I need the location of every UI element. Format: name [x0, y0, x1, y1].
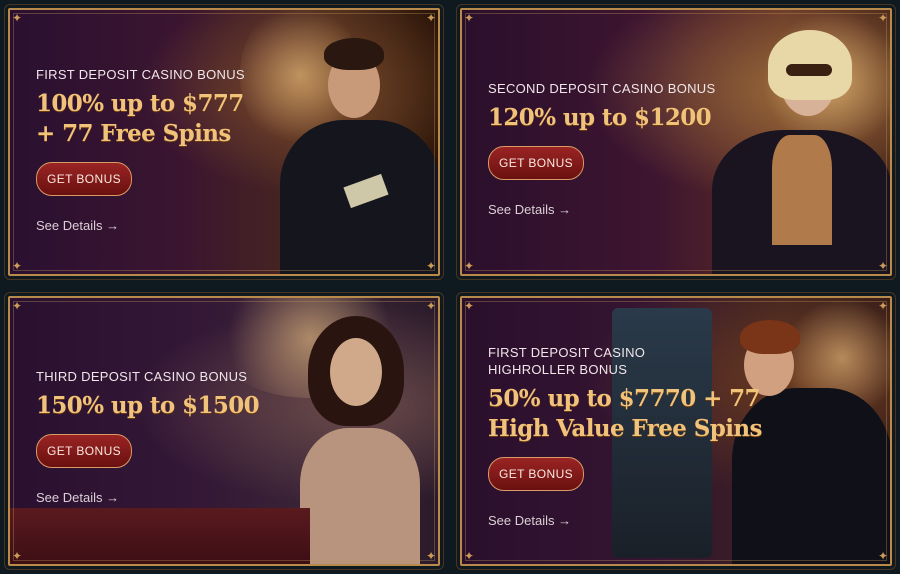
get-bonus-button[interactable]: GET BONUS [36, 162, 133, 196]
corner-ornament-icon: ✦ [877, 11, 888, 25]
corner-ornament-icon: ✦ [877, 549, 888, 563]
see-details-link[interactable]: See Details → [36, 490, 259, 505]
card-content: THIRD DEPOSIT CASINO BONUS 150% up to $1… [36, 368, 260, 505]
corner-ornament-icon: ✦ [877, 299, 888, 313]
bonus-type-label: FIRST DEPOSIT CASINO HIGHROLLER BONUS [488, 345, 646, 377]
bonus-headline: 120% up to $1200 [488, 104, 712, 131]
corner-ornament-icon: ✦ [425, 549, 436, 563]
corner-ornament-icon: ✦ [464, 299, 475, 313]
corner-ornament-icon: ✦ [12, 299, 23, 313]
corner-ornament-icon: ✦ [425, 11, 436, 25]
see-details-link[interactable]: See Details → [488, 202, 715, 217]
corner-ornament-icon: ✦ [464, 259, 475, 273]
bonus-card-third-deposit: ✦ ✦ ✦ ✦ THIRD DEPOSIT CASINO BONUS 150% … [4, 292, 444, 570]
get-bonus-button[interactable]: GET BONUS [488, 457, 585, 491]
bonus-headline: 50% up to $7770 + 77 High Value Free Spi… [488, 385, 762, 442]
bonus-type-label: THIRD DEPOSIT CASINO BONUS [36, 369, 248, 384]
corner-ornament-icon: ✦ [12, 259, 23, 273]
corner-ornament-icon: ✦ [12, 11, 23, 25]
card-content: FIRST DEPOSIT CASINO HIGHROLLER BONUS 50… [488, 344, 762, 528]
see-details-link[interactable]: See Details → [36, 218, 245, 233]
bonus-card-first-deposit: ✦ ✦ ✦ ✦ FIRST DEPOSIT CASINO BONUS 100% … [4, 4, 444, 280]
card-content: FIRST DEPOSIT CASINO BONUS 100% up to $7… [36, 66, 245, 233]
corner-ornament-icon: ✦ [877, 259, 888, 273]
bonus-card-second-deposit: ✦ ✦ ✦ ✦ SECOND DEPOSIT CASINO BONUS 120%… [456, 4, 896, 280]
get-bonus-button[interactable]: GET BONUS [36, 434, 133, 468]
bonus-type-label: SECOND DEPOSIT CASINO BONUS [488, 81, 716, 96]
corner-ornament-icon: ✦ [425, 299, 436, 313]
see-details-link[interactable]: See Details → [488, 513, 762, 528]
corner-ornament-icon: ✦ [464, 549, 475, 563]
corner-ornament-icon: ✦ [425, 259, 436, 273]
get-bonus-button[interactable]: GET BONUS [488, 146, 585, 180]
bonus-headline: 100% up to $777 + 77 Free Spins [36, 90, 244, 147]
card-content: SECOND DEPOSIT CASINO BONUS 120% up to $… [488, 80, 715, 217]
bonus-card-highroller: ✦ ✦ ✦ ✦ FIRST DEPOSIT CASINO HIGHROLLER … [456, 292, 896, 570]
corner-ornament-icon: ✦ [12, 549, 23, 563]
bonus-headline: 150% up to $1500 [36, 392, 260, 419]
corner-ornament-icon: ✦ [464, 11, 475, 25]
bonus-type-label: FIRST DEPOSIT CASINO BONUS [36, 67, 245, 82]
